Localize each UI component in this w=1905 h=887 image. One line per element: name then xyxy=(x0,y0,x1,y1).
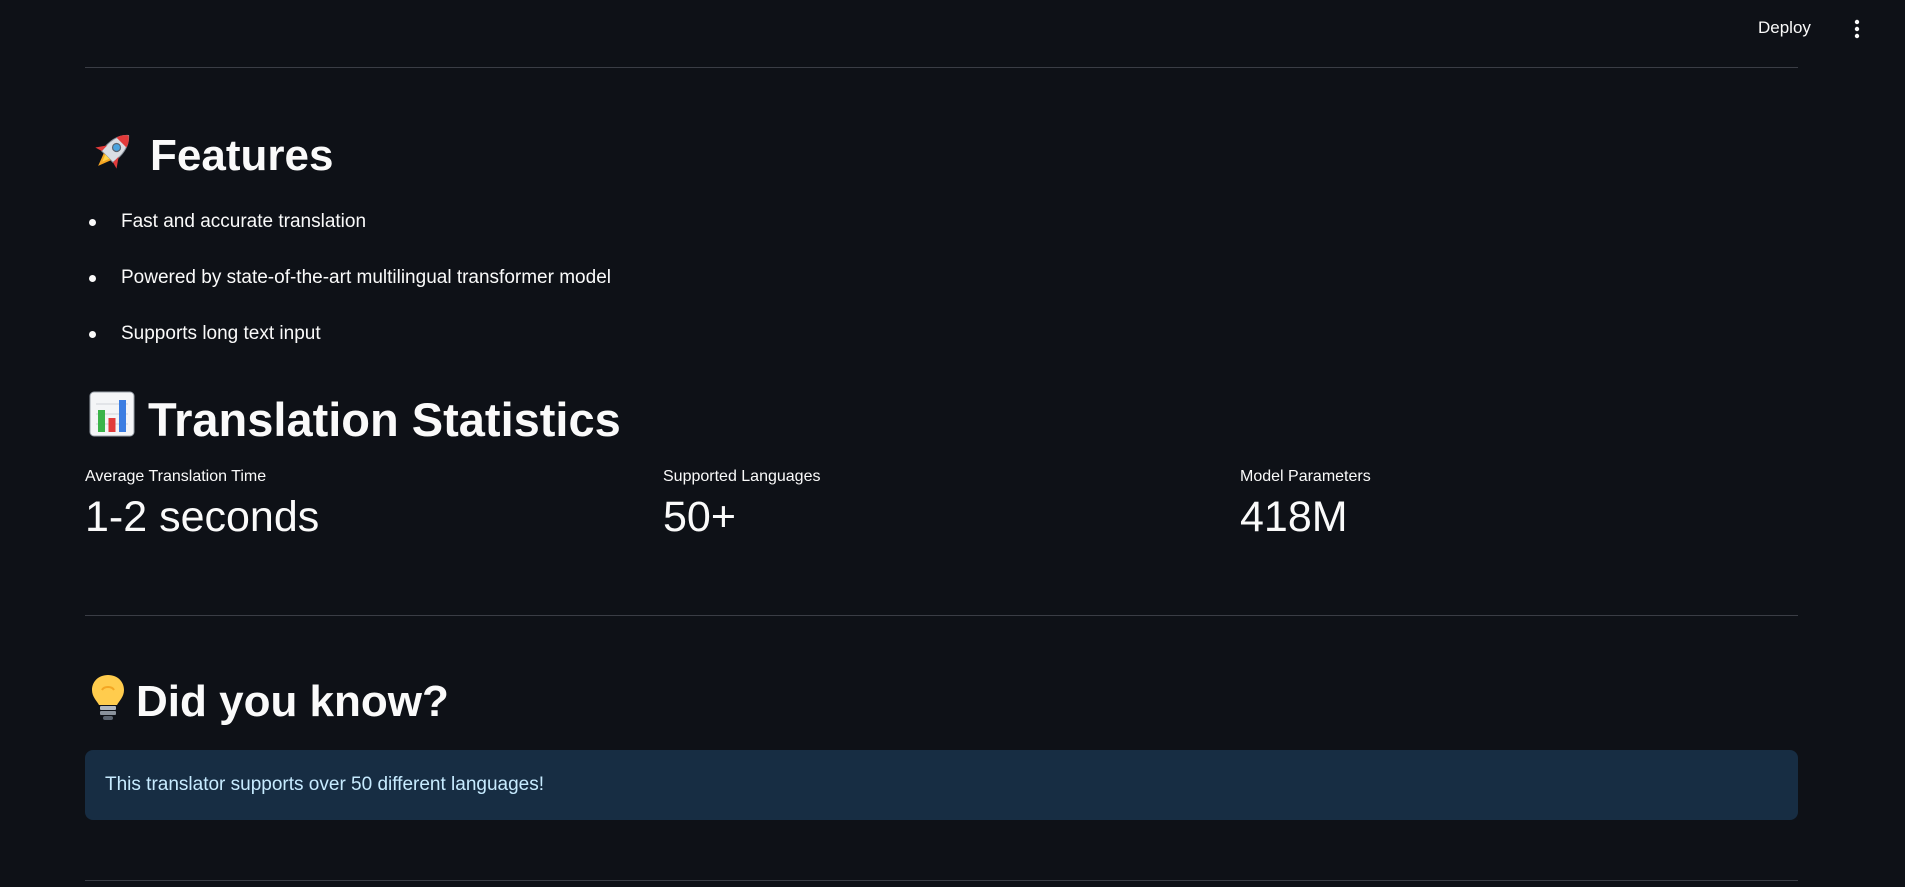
metric-average-translation-time: Average Translation Time 1-2 seconds xyxy=(85,468,319,541)
app-header: Deploy xyxy=(0,0,1905,58)
divider xyxy=(85,67,1798,68)
metric-value: 50+ xyxy=(663,493,736,541)
statistics-heading: Translation Statistics xyxy=(88,390,621,448)
list-item: Fast and accurate translation xyxy=(85,200,611,256)
features-heading: Features xyxy=(88,128,333,184)
features-title: Features xyxy=(150,131,334,180)
divider xyxy=(85,615,1798,616)
metric-label: Average Translation Time xyxy=(85,468,267,485)
divider xyxy=(85,880,1798,881)
metric-model-parameters: Model Parameters 418M xyxy=(1240,468,1371,541)
statistics-title: Translation Statistics xyxy=(148,392,621,446)
metric-label: Supported Languages xyxy=(663,468,821,485)
info-alert: This translator supports over 50 differe… xyxy=(85,750,1798,820)
did-you-know-title: Did you know? xyxy=(136,677,449,726)
rocket-icon xyxy=(88,126,138,187)
list-item: Supports long text input xyxy=(85,312,611,368)
metric-supported-languages: Supported Languages 50+ xyxy=(663,468,820,541)
deploy-button[interactable]: Deploy xyxy=(1758,18,1811,38)
did-you-know-heading: Did you know? xyxy=(88,674,449,730)
metric-value: 418M xyxy=(1240,493,1348,541)
list-item: Powered by state-of-the-art multilingual… xyxy=(85,256,611,312)
kebab-menu-icon[interactable] xyxy=(1849,18,1865,40)
metric-label: Model Parameters xyxy=(1240,468,1371,485)
bar-chart-icon xyxy=(88,390,136,449)
features-list: Fast and accurate translation Powered by… xyxy=(85,200,611,368)
light-bulb-icon xyxy=(88,672,128,733)
info-alert-text: This translator supports over 50 differe… xyxy=(105,774,545,795)
metric-value: 1-2 seconds xyxy=(85,493,320,541)
